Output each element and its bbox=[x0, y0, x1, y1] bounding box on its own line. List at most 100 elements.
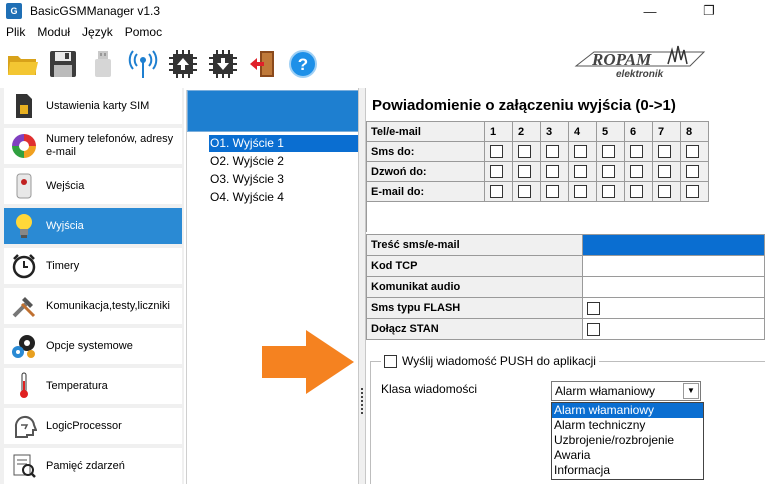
grid-col-5: 5 bbox=[596, 121, 625, 142]
grid-col-7: 7 bbox=[652, 121, 681, 142]
chevron-down-icon[interactable]: ▼ bbox=[683, 383, 699, 399]
usb-icon[interactable] bbox=[86, 47, 120, 81]
call-checkbox-6[interactable] bbox=[630, 165, 643, 178]
dropdown-option-failure[interactable]: Awaria bbox=[552, 448, 703, 463]
menu-pomoc[interactable]: Pomoc bbox=[119, 25, 168, 39]
list-item-output-4[interactable]: O4. Wyjście 4 bbox=[209, 189, 359, 206]
email-checkbox-4[interactable] bbox=[574, 185, 587, 198]
grid-empty-area bbox=[366, 202, 765, 232]
thermometer-icon bbox=[10, 372, 38, 400]
param-audio-message-label: Komunikat audio bbox=[366, 276, 583, 298]
save-icon[interactable] bbox=[46, 47, 80, 81]
sms-checkbox-2[interactable] bbox=[518, 145, 531, 158]
menu-bar: Plik Moduł Język Pomoc bbox=[0, 22, 765, 42]
sms-checkbox-6[interactable] bbox=[630, 145, 643, 158]
sidebar-item-label: Wejścia bbox=[46, 179, 85, 192]
sidebar-item-label: Wyjścia bbox=[46, 219, 84, 232]
dropdown-option-arming[interactable]: Uzbrojenie/rozbrojenie bbox=[552, 433, 703, 448]
push-legend: Wyślij wiadomość PUSH do aplikacji bbox=[381, 354, 599, 368]
sms-checkbox-7[interactable] bbox=[658, 145, 671, 158]
dropdown-option-technical[interactable]: Alarm techniczny bbox=[552, 418, 703, 433]
folder-open-icon[interactable] bbox=[6, 47, 40, 81]
pie-chart-icon bbox=[10, 132, 38, 160]
sidebar-item-event-log[interactable]: Pamięć zdarzeń bbox=[4, 448, 182, 484]
grid-col-6: 6 bbox=[624, 121, 653, 142]
light-bulb-icon bbox=[10, 212, 38, 240]
help-icon[interactable]: ? bbox=[286, 47, 320, 81]
sidebar-item-system-options[interactable]: Opcje systemowe bbox=[4, 328, 182, 364]
sidebar-item-timers[interactable]: Timery bbox=[4, 248, 182, 284]
alarm-clock-icon bbox=[10, 252, 38, 280]
email-checkbox-5[interactable] bbox=[602, 185, 615, 198]
flash-sms-checkbox[interactable] bbox=[586, 301, 600, 315]
menu-plik[interactable]: Plik bbox=[0, 25, 31, 39]
sidebar-item-label: Opcje systemowe bbox=[46, 339, 133, 352]
sidebar-item-logic-processor[interactable]: LogicProcessor bbox=[4, 408, 182, 444]
antenna-icon[interactable] bbox=[126, 47, 160, 81]
grid-col-2: 2 bbox=[512, 121, 541, 142]
sms-checkbox-5[interactable] bbox=[602, 145, 615, 158]
message-params-table: Treść sms/e-mail Kod TCP Komunikat audio… bbox=[366, 234, 765, 340]
sidebar-item-label: Temperatura bbox=[46, 379, 108, 392]
sidebar-item-label: Numery telefonów, adresy e-mail bbox=[46, 133, 174, 158]
call-checkbox-7[interactable] bbox=[658, 165, 671, 178]
param-attach-state-label: Dołącz STAN bbox=[366, 318, 583, 340]
list-item-output-2[interactable]: O2. Wyjście 2 bbox=[209, 153, 359, 170]
sms-checkbox-4[interactable] bbox=[574, 145, 587, 158]
call-checkbox-5[interactable] bbox=[602, 165, 615, 178]
call-checkbox-1[interactable] bbox=[490, 165, 503, 178]
sidebar-item-communication[interactable]: Komunikacja,testy,liczniki bbox=[4, 288, 182, 324]
sms-checkbox-3[interactable] bbox=[546, 145, 559, 158]
sms-checkbox-1[interactable] bbox=[490, 145, 503, 158]
call-checkbox-8[interactable] bbox=[686, 165, 699, 178]
call-checkbox-3[interactable] bbox=[546, 165, 559, 178]
sidebar-item-sim[interactable]: Ustawienia karty SIM bbox=[4, 88, 182, 124]
list-item-output-1[interactable]: O1. Wyjście 1 bbox=[209, 135, 359, 152]
event-log-icon bbox=[10, 452, 38, 480]
message-class-select[interactable]: Alarm włamaniowy ▼ bbox=[551, 381, 701, 401]
tcp-code-field[interactable] bbox=[581, 255, 765, 277]
message-class-dropdown: Alarm włamaniowy Alarm techniczny Uzbroj… bbox=[551, 402, 704, 480]
ropam-logo: ROPAM elektronik bbox=[572, 44, 712, 82]
sidebar-item-temperature[interactable]: Temperatura bbox=[4, 368, 182, 404]
call-checkbox-4[interactable] bbox=[574, 165, 587, 178]
email-checkbox-1[interactable] bbox=[490, 185, 503, 198]
motion-sensor-icon bbox=[10, 172, 38, 200]
sidebar-item-numbers[interactable]: Numery telefonów, adresy e-mail bbox=[4, 128, 182, 164]
param-tcp-code-label: Kod TCP bbox=[366, 255, 583, 277]
email-checkbox-7[interactable] bbox=[658, 185, 671, 198]
push-checkbox[interactable] bbox=[384, 354, 397, 368]
page-title: Powiadomienie o załączeniu wyjścia (0->1… bbox=[372, 97, 676, 114]
message-content-field[interactable] bbox=[581, 234, 765, 256]
dropdown-option-information[interactable]: Informacja bbox=[552, 463, 703, 478]
email-checkbox-3[interactable] bbox=[546, 185, 559, 198]
menu-jezyk[interactable]: Język bbox=[76, 25, 119, 39]
email-checkbox-8[interactable] bbox=[686, 185, 699, 198]
notification-grid: Tel/e-mail 1 2 3 4 5 6 7 8 Sms do: Dzwoń… bbox=[366, 121, 709, 202]
sidebar-item-label: Timery bbox=[46, 259, 80, 272]
grid-col-1: 1 bbox=[484, 121, 513, 142]
sidebar-item-label: Komunikacja,testy,liczniki bbox=[46, 299, 170, 312]
email-checkbox-6[interactable] bbox=[630, 185, 643, 198]
panel-splitter[interactable] bbox=[358, 88, 366, 484]
sidebar-item-inputs[interactable]: Wejścia bbox=[4, 168, 182, 204]
app-icon: G bbox=[6, 3, 22, 19]
chip-upload-icon[interactable] bbox=[166, 47, 200, 81]
menu-modul[interactable]: Moduł bbox=[31, 25, 76, 39]
attach-state-checkbox[interactable] bbox=[586, 322, 600, 336]
exit-door-icon[interactable] bbox=[246, 47, 280, 81]
gears-icon bbox=[10, 332, 38, 360]
sms-checkbox-8[interactable] bbox=[686, 145, 699, 158]
push-checkbox-label: Wyślij wiadomość PUSH do aplikacji bbox=[402, 354, 596, 368]
call-checkbox-2[interactable] bbox=[518, 165, 531, 178]
email-checkbox-2[interactable] bbox=[518, 185, 531, 198]
list-item-output-3[interactable]: O3. Wyjście 3 bbox=[209, 171, 359, 188]
audio-message-field[interactable] bbox=[581, 276, 765, 298]
chip-download-icon[interactable] bbox=[206, 47, 240, 81]
minimize-button[interactable]: — bbox=[627, 0, 673, 22]
restore-button[interactable]: ❐ bbox=[686, 0, 732, 22]
sidebar-item-outputs[interactable]: Wyjścia bbox=[4, 208, 182, 244]
title-bar: G BasicGSMManager v1.3 — ❐ bbox=[0, 0, 765, 22]
sim-card-icon bbox=[10, 92, 38, 120]
dropdown-option-burglary[interactable]: Alarm włamaniowy bbox=[552, 403, 703, 418]
